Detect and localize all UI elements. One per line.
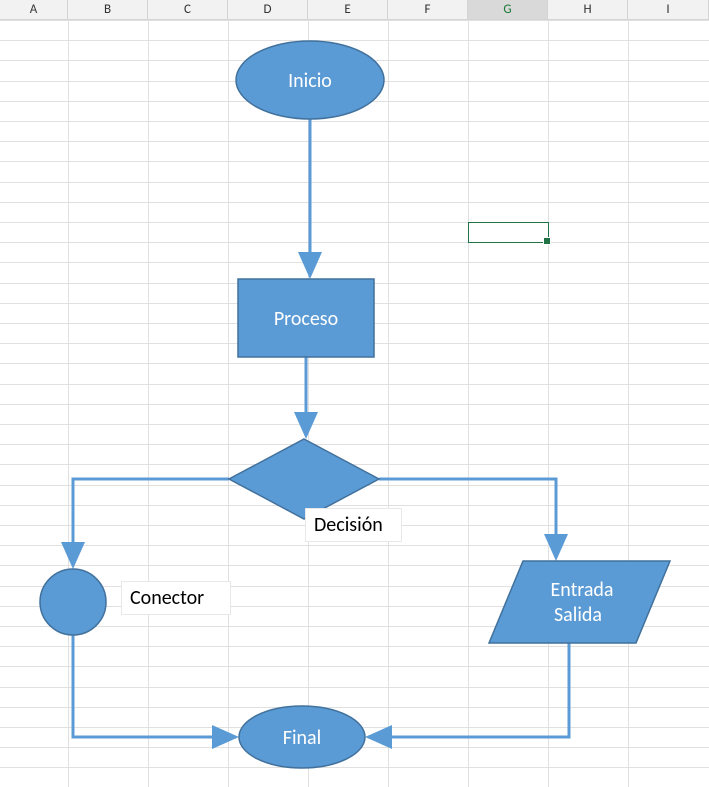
shape-inicio-label: Inicio <box>288 69 332 93</box>
shape-proceso-label: Proceso <box>274 307 338 331</box>
textbox-conector[interactable]: Conector <box>121 581 231 615</box>
shape-entrada-line1: Entrada <box>550 578 613 602</box>
shape-entrada-salida[interactable]: Entrada Salida <box>489 561 670 643</box>
edge-decision-entrada <box>379 479 556 558</box>
shape-entrada-line2: Salida <box>554 603 602 627</box>
flowchart-canvas: Inicio Proceso Entrada Salida Final <box>0 0 709 787</box>
textbox-decision[interactable]: Decisión <box>305 508 402 542</box>
shape-final[interactable]: Final <box>239 706 365 768</box>
shape-proceso[interactable]: Proceso <box>238 279 374 357</box>
shape-inicio[interactable]: Inicio <box>236 41 384 119</box>
shape-conector[interactable] <box>40 569 106 635</box>
shape-final-label: Final <box>283 726 321 750</box>
edge-conector-final <box>73 635 236 737</box>
shape-decision[interactable] <box>229 439 379 519</box>
edge-decision-conector <box>73 479 229 566</box>
edge-entrada-final <box>368 643 569 737</box>
